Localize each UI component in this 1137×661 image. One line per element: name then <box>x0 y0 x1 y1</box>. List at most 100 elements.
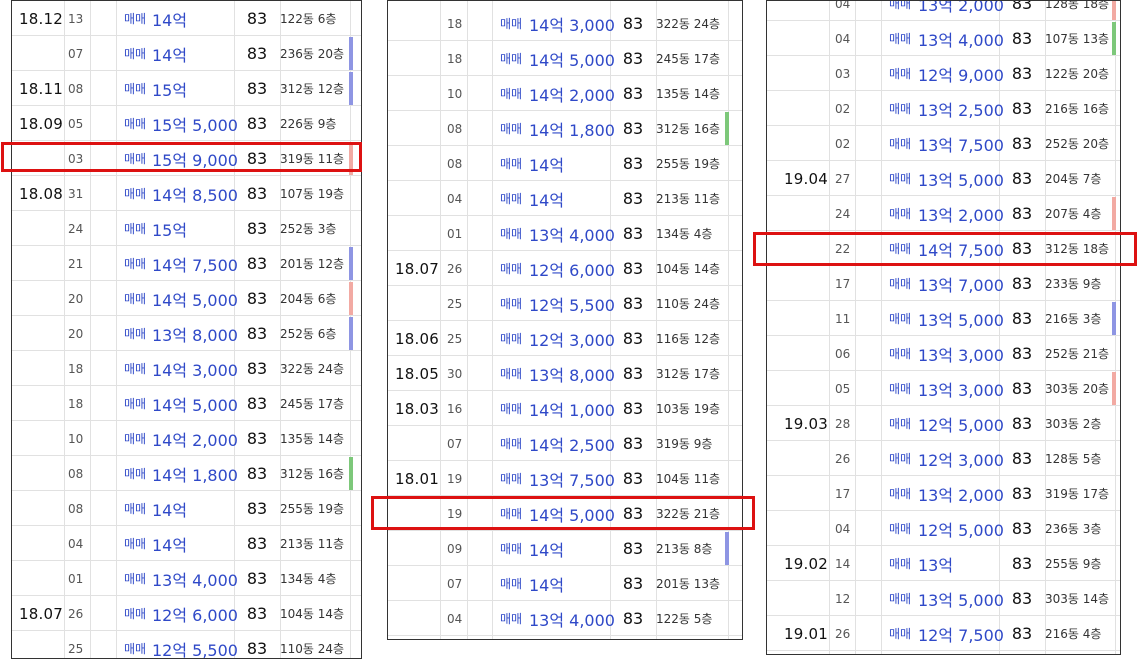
price-cell[interactable]: 13억 3,000 <box>918 336 1004 371</box>
table-row[interactable]: 06 매매 13억 3,000 83 252동 21층 <box>767 336 1120 371</box>
price-cell[interactable]: 13억 2,000 <box>918 1 1004 21</box>
price-cell[interactable]: 12억 7,500 <box>918 616 1004 651</box>
price-cell[interactable]: 12억 6,000 <box>529 251 615 286</box>
table-row[interactable]: 18.09 05 매매 15억 5,000 83 226동 9층 <box>12 106 361 141</box>
price-cell[interactable]: 14억 5,000 <box>529 496 615 531</box>
table-row[interactable]: 10 매매 14억 2,000 83 135동 14층 <box>388 76 742 111</box>
table-row[interactable]: 18 매매 14억 3,000 83 322동 24층 <box>12 351 361 386</box>
price-cell[interactable]: 13억 7,000 <box>918 266 1004 301</box>
table-row[interactable]: 18.08 31 매매 14억 8,500 83 107동 19층 <box>12 176 361 211</box>
table-row[interactable]: 04 매매 13억 2,000 83 128동 18층 <box>767 1 1120 21</box>
price-cell[interactable]: 14억 1,800 <box>152 456 238 491</box>
table-row[interactable]: 18 매매 14억 3,000 83 322동 24층 <box>388 6 742 41</box>
table-row[interactable]: 18.12 13 매매 14억 83 122동 6층 <box>12 1 361 36</box>
table-row[interactable]: 24 매매 13억 2,000 83 207동 4층 <box>767 196 1120 231</box>
price-cell[interactable]: 13억 3,000 <box>918 371 1004 406</box>
table-row[interactable]: 05 매매 13억 3,000 83 303동 20층 <box>767 371 1120 406</box>
table-row[interactable]: 19.02 14 매매 13억 83 255동 9층 <box>767 546 1120 581</box>
price-cell[interactable]: 12억 5,000 <box>918 406 1004 441</box>
price-cell[interactable]: 12억 3,000 <box>529 321 615 356</box>
price-cell[interactable]: 12억 6,000 <box>152 596 238 631</box>
price-cell[interactable]: 14억 <box>529 566 611 601</box>
table-row[interactable]: 18 매매 14억 5,000 83 245동 17층 <box>388 41 742 76</box>
table-row[interactable]: 25 매매 12억 5,500 83 110동 24층 <box>12 631 361 659</box>
price-cell[interactable]: 14억 <box>152 1 234 36</box>
table-row[interactable]: 20 매매 13억 8,000 83 252동 6층 <box>12 316 361 351</box>
table-row[interactable]: 08 매매 14억 1,800 83 312동 16층 <box>388 111 742 146</box>
price-cell[interactable]: 14억 <box>529 181 611 216</box>
price-cell[interactable]: 14억 1,800 <box>529 111 615 146</box>
price-cell[interactable]: 14억 2,000 <box>152 421 238 456</box>
price-cell[interactable]: 13억 8,000 <box>529 356 615 391</box>
price-cell[interactable]: 14억 2,000 <box>529 76 615 111</box>
price-cell[interactable]: 15억 5,000 <box>152 106 238 141</box>
table-row[interactable]: 21 매매 14억 7,500 83 201동 12층 <box>12 246 361 281</box>
table-row[interactable]: 08 매매 14억 83 255동 19층 <box>12 491 361 526</box>
price-cell[interactable]: 14억 1,000 <box>529 391 615 426</box>
price-cell[interactable]: 13억 5,000 <box>918 581 1004 616</box>
table-row[interactable]: 18.07 26 매매 12억 6,000 83 104동 14층 <box>388 251 742 286</box>
price-cell[interactable]: 13억 7,500 <box>529 461 615 496</box>
table-row[interactable]: 07 매매 14억 2,500 83 319동 9층 <box>388 426 742 461</box>
table-row[interactable]: 18.07 26 매매 12억 6,000 83 104동 14층 <box>12 596 361 631</box>
price-cell[interactable]: 14억 5,000 <box>152 281 238 316</box>
price-cell[interactable]: 12억 5,500 <box>152 631 238 659</box>
table-row[interactable]: 09 매매 14억 83 213동 8층 <box>388 531 742 566</box>
table-row[interactable]: 19.04 27 매매 13억 5,000 83 204동 7층 <box>767 161 1120 196</box>
table-row[interactable]: 08 매매 14억 83 255동 19층 <box>388 146 742 181</box>
table-row[interactable]: 11 매매 13억 5,000 83 216동 3층 <box>767 301 1120 336</box>
table-row[interactable]: 18.01 19 매매 13억 7,500 83 104동 11층 <box>388 461 742 496</box>
table-row[interactable]: 03 매매 12억 9,000 83 122동 20층 <box>767 56 1120 91</box>
price-cell[interactable]: 14억 <box>529 146 611 181</box>
price-cell[interactable]: 12억 5,500 <box>529 286 615 321</box>
price-cell[interactable]: 13억 2,000 <box>918 196 1004 231</box>
price-cell[interactable]: 15억 <box>152 211 234 246</box>
price-cell[interactable]: 12억 5,000 <box>918 511 1004 546</box>
price-cell[interactable]: 14억 8,500 <box>152 176 238 211</box>
table-row[interactable]: 18.06 25 매매 12억 3,000 83 116동 12층 <box>388 321 742 356</box>
table-row[interactable]: 02 매매 13억 2,500 83 216동 16층 <box>767 91 1120 126</box>
price-cell[interactable]: 13억 7,500 <box>918 126 1004 161</box>
price-cell[interactable]: 14억 2,500 <box>529 426 615 461</box>
table-row[interactable]: 18.03 16 매매 14억 1,000 83 103동 19층 <box>388 391 742 426</box>
price-cell[interactable]: 13억 5,000 <box>918 161 1004 196</box>
table-row[interactable]: 25 매매 12억 5,500 83 110동 24층 <box>388 286 742 321</box>
table-row[interactable]: 17 매매 13억 7,000 83 233동 9층 <box>767 266 1120 301</box>
table-row[interactable]: 04 매매 14억 83 213동 11층 <box>388 181 742 216</box>
price-cell[interactable]: 13억 4,000 <box>152 561 238 596</box>
price-cell[interactable]: 14억 3,000 <box>529 6 615 41</box>
table-row[interactable]: 18 매매 14억 5,000 83 245동 17층 <box>12 386 361 421</box>
table-row[interactable]: 18.11 08 매매 15억 83 312동 12층 <box>12 71 361 106</box>
table-row[interactable]: 04 매매 13억 4,000 83 122동 5층 <box>388 601 742 636</box>
price-cell[interactable]: 14억 <box>152 36 234 71</box>
price-cell[interactable]: 13억 4,000 <box>918 21 1004 56</box>
table-row[interactable]: 24 매매 15억 83 252동 3층 <box>12 211 361 246</box>
price-cell[interactable]: 14억 <box>529 531 611 566</box>
price-cell[interactable]: 14억 7,500 <box>918 231 1004 266</box>
price-cell[interactable]: 13억 5,000 <box>918 301 1004 336</box>
table-row[interactable]: 10 매매 14억 2,000 83 135동 14층 <box>12 421 361 456</box>
table-row[interactable]: 04 매매 13억 4,000 83 107동 13층 <box>767 21 1120 56</box>
table-row[interactable]: 17 매매 13억 2,000 83 319동 17층 <box>767 476 1120 511</box>
price-cell[interactable]: 14억 <box>152 526 234 561</box>
table-row[interactable]: 19 매매 14억 5,000 83 322동 21층 <box>388 496 742 531</box>
price-cell[interactable]: 12억 3,000 <box>918 441 1004 476</box>
price-cell[interactable]: 14억 5,000 <box>529 41 615 76</box>
table-row[interactable]: 02 매매 13억 7,500 83 252동 20층 <box>767 126 1120 161</box>
table-row[interactable]: 07 매매 14억 83 201동 13층 <box>388 566 742 601</box>
table-row[interactable]: 18.05 30 매매 13억 8,000 83 312동 17층 <box>388 356 742 391</box>
price-cell[interactable]: 14억 <box>152 491 234 526</box>
price-cell[interactable]: 15억 <box>152 71 234 106</box>
table-row[interactable]: 22 매매 14억 7,500 83 312동 18층 <box>767 231 1120 266</box>
price-cell[interactable]: 13억 4,000 <box>529 216 615 251</box>
table-row[interactable]: 01 매매 13억 4,000 83 134동 4층 <box>388 216 742 251</box>
price-cell[interactable]: 15억 9,000 <box>152 141 238 176</box>
price-cell[interactable]: 12억 9,000 <box>918 56 1004 91</box>
table-row[interactable]: 26 매매 12억 3,000 83 128동 5층 <box>767 441 1120 476</box>
table-row[interactable]: 01 매매 13억 4,000 83 134동 4층 <box>12 561 361 596</box>
table-row[interactable]: 20 매매 14억 5,000 83 204동 6층 <box>12 281 361 316</box>
table-row[interactable]: 04 매매 14억 83 213동 11층 <box>12 526 361 561</box>
price-cell[interactable]: 13억 <box>918 546 1000 581</box>
table-row[interactable]: 19.03 28 매매 12억 5,000 83 303동 2층 <box>767 406 1120 441</box>
price-cell[interactable]: 13억 8,000 <box>152 316 238 351</box>
